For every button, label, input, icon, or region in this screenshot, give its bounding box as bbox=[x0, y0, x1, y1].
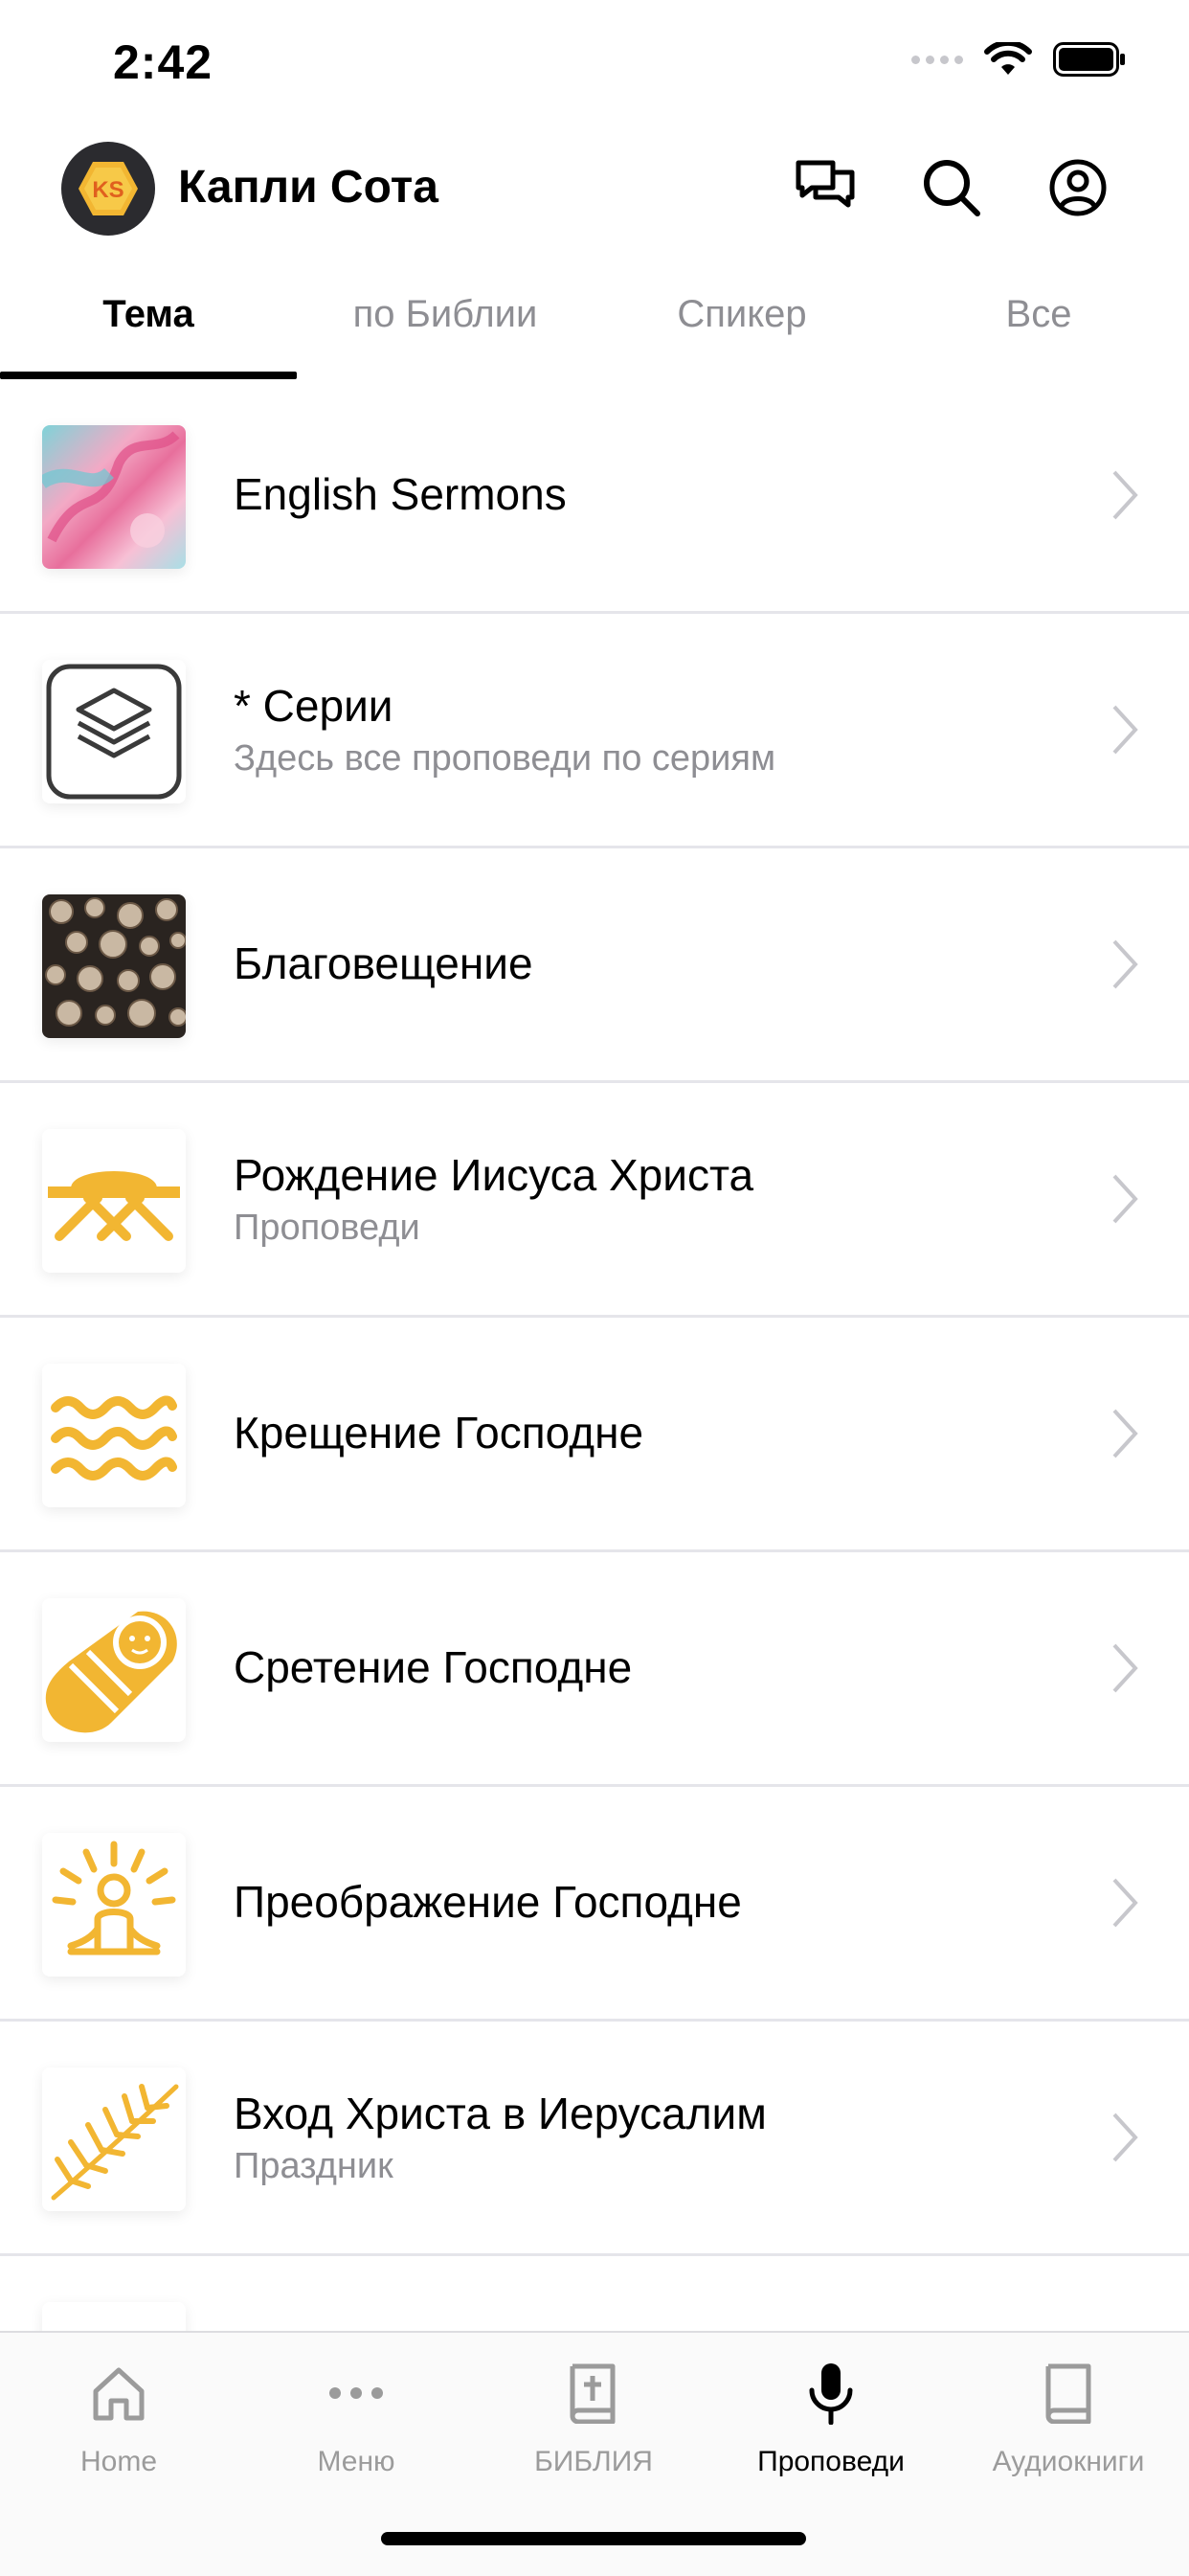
tabbar-bible[interactable]: БИБЛИЯ bbox=[475, 2360, 712, 2478]
list-item-title: Крещение Господне bbox=[234, 1408, 644, 1458]
topic-list: English Sermons * Серии Здесь все пропов… bbox=[0, 379, 1189, 2333]
list-item-title: * Серии bbox=[234, 680, 393, 731]
list-item-title: Рождение Иисуса Христа bbox=[234, 1149, 754, 1200]
list-item[interactable]: Благовещение bbox=[0, 848, 1189, 1083]
list-item[interactable]: Сретение Господне bbox=[0, 1552, 1189, 1787]
chevron-right-icon bbox=[1112, 1409, 1138, 1458]
tabbar-label: Home bbox=[79, 2446, 158, 2477]
list-item[interactable] bbox=[0, 2256, 1189, 2333]
tabbar-label: Проповеди bbox=[757, 2446, 905, 2477]
tabbar-sermons[interactable]: Проповеди bbox=[712, 2360, 950, 2478]
chevron-right-icon bbox=[1112, 939, 1138, 989]
category-tabs: Тема по Библии Спикер Все bbox=[0, 278, 1189, 379]
chevron-right-icon bbox=[1112, 705, 1138, 755]
abstract-paint-image bbox=[42, 425, 186, 569]
svg-text:KS: KS bbox=[92, 177, 123, 203]
search-button[interactable] bbox=[917, 153, 986, 222]
wifi-icon bbox=[984, 42, 1032, 75]
chat-icon bbox=[796, 160, 855, 208]
list-item[interactable]: Рождение Иисуса Христа Проповеди bbox=[0, 1083, 1189, 1318]
app-header: KS Капли Сота bbox=[0, 134, 1189, 249]
home-icon bbox=[93, 2367, 145, 2421]
bible-icon bbox=[570, 2363, 616, 2424]
list-item-subtitle: Праздник bbox=[234, 2146, 393, 2187]
app-title: Капли Сота bbox=[178, 162, 438, 213]
tabbar-label: Меню bbox=[317, 2446, 395, 2477]
audiobook-icon bbox=[1045, 2363, 1091, 2424]
palm-branch-icon bbox=[42, 2068, 186, 2211]
tabbar-label: Аудиокниги bbox=[992, 2446, 1145, 2477]
list-item-title: English Sermons bbox=[234, 469, 567, 520]
list-item[interactable]: * Серии Здесь все проповеди по сериям bbox=[0, 614, 1189, 848]
list-item[interactable]: Крещение Господне bbox=[0, 1318, 1189, 1552]
tabbar-menu[interactable]: Меню bbox=[237, 2360, 475, 2478]
profile-button[interactable] bbox=[1043, 153, 1112, 222]
list-item-title: Вход Христа в Иерусалим bbox=[234, 2088, 767, 2138]
partial-thumbnail bbox=[42, 2302, 186, 2333]
chevron-right-icon bbox=[1112, 1174, 1138, 1224]
tab-speaker[interactable]: Спикер bbox=[594, 278, 890, 379]
chevron-right-icon bbox=[1112, 470, 1138, 520]
chevron-right-icon bbox=[1112, 1878, 1138, 1928]
radiant-figure-icon bbox=[42, 1833, 186, 1977]
wood-logs-image bbox=[42, 894, 186, 1038]
chevron-right-icon bbox=[1112, 1643, 1138, 1693]
list-item[interactable]: English Sermons bbox=[0, 379, 1189, 614]
list-item-title: Сретение Господне bbox=[234, 1642, 633, 1693]
list-item-title: Благовещение bbox=[234, 938, 533, 989]
home-indicator bbox=[381, 2532, 806, 2545]
active-tab-indicator bbox=[0, 372, 297, 379]
status-indicators bbox=[911, 42, 1126, 77]
tabbar-audiobooks[interactable]: Аудиокниги bbox=[950, 2360, 1187, 2478]
logo-hexagon-icon: KS bbox=[79, 162, 138, 215]
list-item[interactable]: Вход Христа в Иерусалим Праздник bbox=[0, 2022, 1189, 2256]
list-item[interactable]: Преображение Господне bbox=[0, 1787, 1189, 2022]
waves-icon bbox=[42, 1364, 186, 1507]
chat-button[interactable] bbox=[791, 153, 860, 222]
list-item-subtitle: Проповеди bbox=[234, 1208, 420, 1249]
cellular-signal-icon bbox=[911, 55, 963, 64]
tab-all[interactable]: Все bbox=[890, 278, 1187, 379]
swaddled-baby-icon bbox=[42, 1598, 186, 1742]
microphone-icon bbox=[809, 2363, 853, 2425]
search-icon bbox=[924, 160, 980, 216]
status-bar: 2:42 bbox=[0, 0, 1189, 126]
app-logo: KS bbox=[61, 142, 155, 236]
list-item-subtitle: Здесь все проповеди по сериям bbox=[234, 738, 776, 780]
battery-icon bbox=[1053, 42, 1125, 77]
layers-icon bbox=[42, 660, 186, 803]
status-time: 2:42 bbox=[113, 35, 213, 89]
chevron-right-icon bbox=[1112, 2113, 1138, 2162]
more-icon bbox=[329, 2387, 383, 2399]
tabbar-label: БИБЛИЯ bbox=[534, 2446, 653, 2477]
list-item-title: Преображение Господне bbox=[234, 1877, 742, 1928]
tabbar-home[interactable]: Home bbox=[0, 2360, 237, 2478]
tab-bible[interactable]: по Библии bbox=[297, 278, 594, 379]
user-circle-icon bbox=[1049, 159, 1107, 216]
manger-icon bbox=[42, 1129, 186, 1273]
tab-topic[interactable]: Тема bbox=[0, 278, 297, 379]
